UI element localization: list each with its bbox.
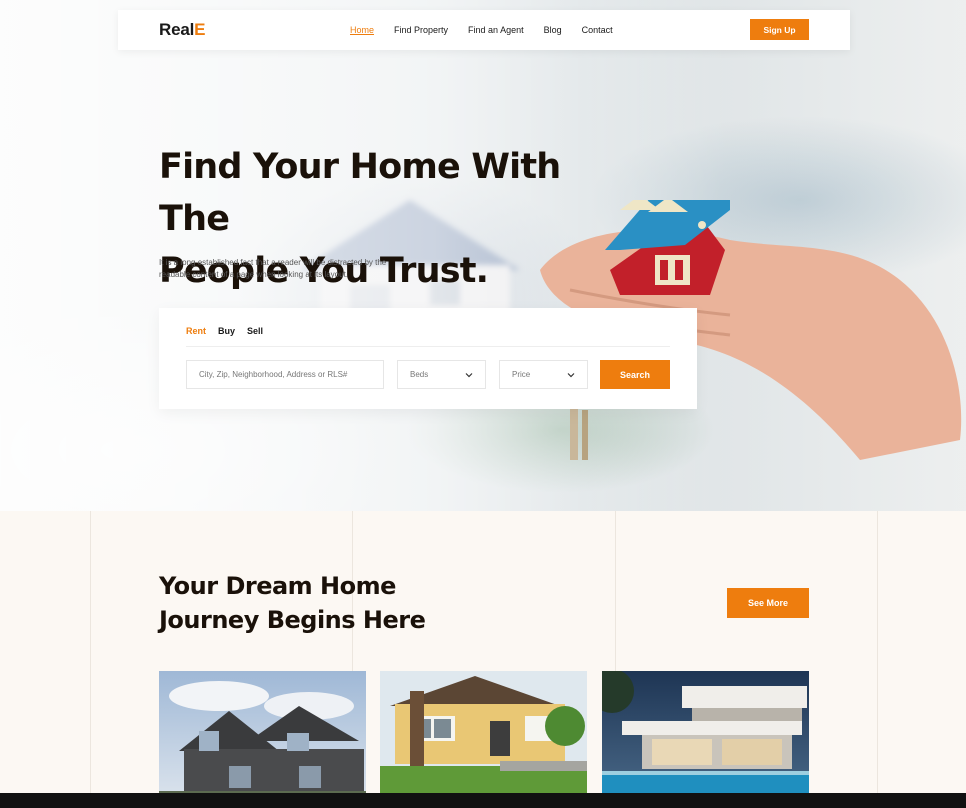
nav-link-home[interactable]: Home (350, 25, 374, 35)
tabs-divider (186, 346, 670, 347)
hero-title-line-1: Find Your Home With The (159, 147, 561, 239)
property-search-card: Rent Buy Sell City, Zip, Neighborhood, A… (159, 308, 697, 409)
property-image-modern-villa[interactable] (602, 671, 809, 808)
hero-subtitle: It is a long established fact that a rea… (159, 258, 387, 279)
dream-home-section: Your Dream Home Journey Begins Here See … (0, 511, 966, 808)
see-more-button[interactable]: See More (727, 588, 809, 618)
nav-link-blog[interactable]: Blog (544, 25, 562, 35)
search-tabs: Rent Buy Sell (186, 326, 263, 336)
nav-link-find-property[interactable]: Find Property (394, 25, 448, 35)
nav-links: Home Find Property Find an Agent Blog Co… (350, 10, 613, 50)
grid-line (90, 511, 91, 808)
tab-buy[interactable]: Buy (218, 326, 235, 336)
sign-up-button[interactable]: Sign Up (750, 19, 809, 40)
price-select-label: Price (512, 370, 531, 379)
section-title-line-2: Journey Begins Here (159, 606, 426, 634)
tab-rent[interactable]: Rent (186, 326, 206, 336)
location-placeholder: City, Zip, Neighborhood, Address or RLS# (199, 370, 348, 379)
beds-select[interactable]: Beds (397, 360, 486, 389)
grid-line (877, 511, 878, 808)
bottom-dark-strip (0, 793, 966, 808)
nav-link-find-agent[interactable]: Find an Agent (468, 25, 524, 35)
price-select[interactable]: Price (499, 360, 588, 389)
top-navbar: RealE Home Find Property Find an Agent B… (118, 10, 850, 50)
property-image-yellow-house[interactable] (380, 671, 587, 808)
logo-text: Real (159, 20, 195, 39)
nav-link-contact[interactable]: Contact (582, 25, 613, 35)
chevron-down-icon (567, 373, 575, 378)
property-image-dark-house[interactable] (159, 671, 366, 808)
chevron-down-icon (465, 373, 473, 378)
beds-select-label: Beds (410, 370, 429, 379)
search-button[interactable]: Search (600, 360, 670, 389)
section-title-line-1: Your Dream Home (159, 572, 396, 600)
logo-accent-text: E (194, 20, 206, 39)
section-title: Your Dream Home Journey Begins Here (159, 569, 459, 637)
location-search-input[interactable]: City, Zip, Neighborhood, Address or RLS# (186, 360, 384, 389)
tab-sell[interactable]: Sell (247, 326, 263, 336)
brand-logo[interactable]: RealE (159, 20, 205, 40)
